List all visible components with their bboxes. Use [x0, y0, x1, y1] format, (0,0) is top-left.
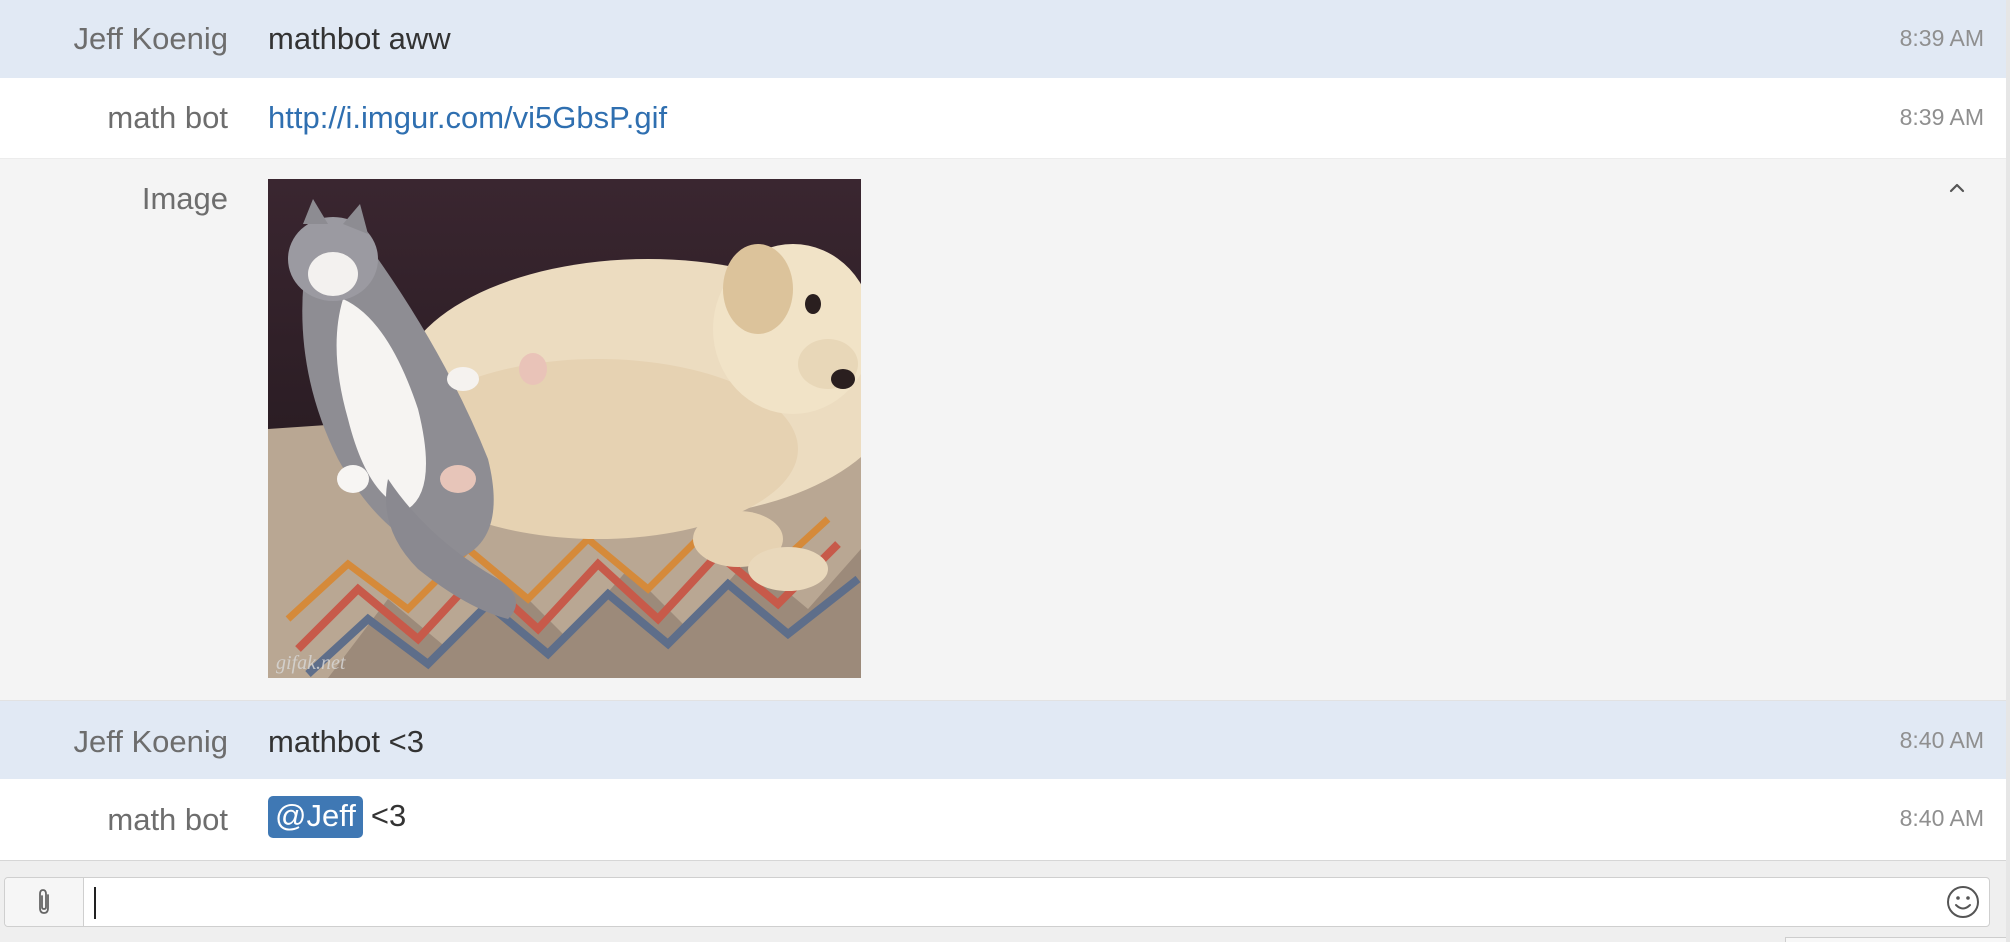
image-watermark: gifak.net [276, 652, 346, 674]
attach-button[interactable] [5, 878, 84, 926]
message-time: 8:39 AM [1899, 104, 1984, 130]
message-time: 8:40 AM [1899, 727, 1984, 753]
collapse-image-button[interactable] [1946, 177, 1968, 199]
message-text: http://i.imgur.com/vi5GbsP.gif [268, 100, 667, 136]
message-sender: math bot [107, 802, 228, 837]
image-preview-row: Image gifak.net [0, 158, 2006, 701]
paperclip-icon [39, 889, 49, 914]
message-text: mathbot <3 [268, 724, 424, 759]
message-row: math bot http://i.imgur.com/vi5GbsP.gif … [0, 78, 2006, 158]
resize-edge [1785, 937, 2006, 942]
message-link[interactable]: http://i.imgur.com/vi5GbsP.gif [268, 100, 667, 135]
message-sender: Jeff Koenig [73, 21, 228, 56]
message-row: math bot @Jeff <3 8:40 AM [0, 779, 2006, 860]
text-cursor [94, 887, 96, 919]
composer-box [4, 877, 1990, 927]
message-sender: Jeff Koenig [73, 724, 228, 759]
chat-log: Jeff Koenig mathbot aww 8:39 AM math bot… [0, 0, 2006, 860]
message-row: Jeff Koenig mathbot <3 8:40 AM [0, 701, 2006, 779]
message-time: 8:40 AM [1899, 805, 1984, 831]
message-input[interactable] [89, 882, 1933, 924]
smiley-icon [1947, 886, 1979, 918]
chevron-up-icon [1949, 183, 1965, 193]
message-body: <3 [370, 798, 407, 833]
message-text: mathbot aww [268, 21, 451, 56]
cat-and-dog-image: gifak.net [268, 179, 861, 678]
message-row: Jeff Koenig mathbot aww 8:39 AM [0, 0, 2006, 78]
message-text: @Jeff <3 [268, 796, 406, 838]
image-label: Image [141, 181, 228, 216]
image-preview[interactable]: gifak.net [268, 179, 861, 678]
emoji-button[interactable] [1945, 884, 1981, 920]
message-composer [0, 860, 2006, 942]
scrollbar[interactable] [2006, 0, 2010, 942]
message-time: 8:39 AM [1899, 25, 1984, 51]
user-mention[interactable]: @Jeff [268, 796, 363, 838]
message-sender: math bot [107, 100, 228, 135]
